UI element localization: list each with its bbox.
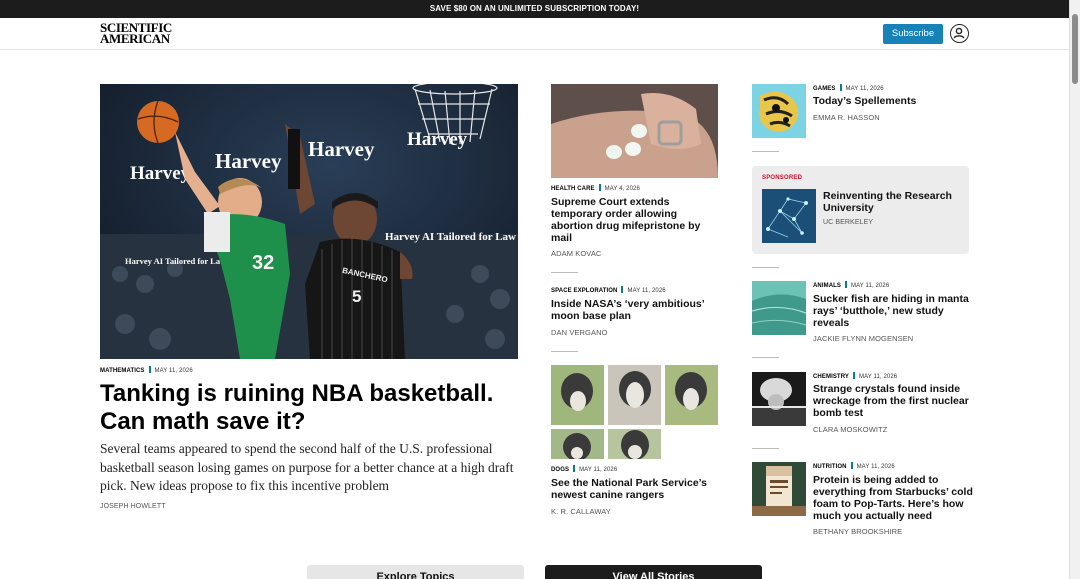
ad-harvey-4: Harvey (407, 129, 468, 150)
date-label: MAY 11, 2026 (627, 288, 666, 294)
date-label: MAY 11, 2026 (579, 467, 618, 473)
puppies-image[interactable] (551, 365, 718, 459)
category-divider (598, 184, 601, 191)
category-label[interactable]: SPACE EXPLORATION (551, 288, 617, 294)
subscribe-button[interactable]: Subscribe (883, 24, 943, 44)
sponsored-title[interactable]: Reinventing the Research University (823, 190, 963, 214)
category-label[interactable]: DOGS (551, 467, 569, 473)
category-label[interactable]: GAMES (813, 86, 836, 92)
right-item-2-author[interactable]: CLARA MOSKOWITZ (813, 425, 887, 434)
middle-item-1-title[interactable]: Supreme Court extends temporary order al… (551, 196, 721, 244)
category-label[interactable]: NUTRITION (813, 464, 847, 470)
category-label[interactable]: CHEMISTRY (813, 374, 849, 380)
games-author[interactable]: EMMA R. HASSON (813, 113, 880, 122)
middle-item-1-author[interactable]: ADAM KOVAC (551, 249, 601, 258)
view-all-stories-button[interactable]: View All Stories (545, 565, 762, 579)
games-title[interactable]: Today’s Spellements (813, 95, 973, 107)
right-item-1-meta: ANIMALS MAY 11, 2026 (813, 281, 889, 289)
divider (752, 151, 779, 152)
middle-item-2-title[interactable]: Inside NASA’s ‘very ambitious’ moon base… (551, 298, 721, 322)
games-meta: GAMES MAY 11, 2026 (813, 84, 884, 92)
date-label: MAY 11, 2026 (845, 86, 884, 92)
middle-item-3-title[interactable]: See the National Park Service’s newest c… (551, 477, 721, 501)
date-label: MAY 11, 2026 (859, 374, 898, 380)
divider (551, 272, 578, 273)
right-item-1-title[interactable]: Sucker fish are hiding in manta rays’ ‘b… (813, 293, 971, 329)
page-scrollbar[interactable] (1069, 0, 1080, 579)
category-divider (839, 84, 842, 91)
right-item-3-author[interactable]: BETHANY BROOKSHIRE (813, 527, 902, 536)
divider (551, 351, 578, 352)
category-label[interactable]: MATHEMATICS (100, 368, 145, 374)
category-divider (621, 286, 624, 293)
ad-harvey-ai-2: Harvey AI Tailored for Law (125, 256, 227, 266)
ad-harvey-ai-1: Harvey AI Tailored for Law (385, 231, 516, 243)
sponsored-card[interactable]: SPONSORED Reinventing the Research Unive… (752, 166, 969, 254)
right-item-3-title[interactable]: Protein is being added to everything fro… (813, 474, 973, 522)
user-circle-icon[interactable] (950, 24, 969, 43)
date-label: MAY 4, 2026 (604, 186, 640, 192)
category-divider (853, 372, 856, 379)
category-label[interactable]: ANIMALS (813, 283, 841, 289)
site-logo[interactable]: SCIENTIFIC AMERICAN (100, 21, 172, 46)
nuclear-test-image[interactable] (752, 372, 806, 426)
category-divider (850, 462, 853, 469)
date-label: MAY 11, 2026 (851, 283, 890, 289)
right-item-2-title[interactable]: Strange crystals found inside wreckage f… (813, 383, 971, 419)
date-label: MAY 11, 2026 (856, 464, 895, 470)
lead-story-dek: Several teams appeared to spend the seco… (100, 441, 514, 493)
middle-item-1-meta: HEALTH CARE MAY 4, 2026 (551, 184, 640, 192)
divider (752, 448, 779, 449)
right-item-3-meta: NUTRITION MAY 11, 2026 (813, 462, 895, 470)
ad-harvey-1: Harvey (215, 149, 282, 173)
jersey-green-number: 32 (252, 252, 274, 274)
middle-item-3-meta: DOGS MAY 11, 2026 (551, 465, 617, 473)
lead-story-author[interactable]: JOSEPH HOWLETT (100, 503, 166, 510)
logo-line-2: AMERICAN (100, 31, 170, 46)
sponsored-tag: SPONSORED (762, 175, 803, 181)
scrollbar-thumb[interactable] (1072, 14, 1078, 84)
protein-cold-foam-image[interactable] (752, 462, 806, 516)
divider (752, 267, 779, 268)
promo-text[interactable]: SAVE $80 ON AN UNLIMITED SUBSCRIPTION TO… (430, 4, 639, 13)
category-label[interactable]: HEALTH CARE (551, 186, 595, 192)
spellements-image[interactable] (752, 84, 806, 138)
right-item-1-author[interactable]: JACKIE FLYNN MOGENSEN (813, 334, 913, 343)
ad-harvey-2: Harvey (308, 137, 375, 161)
promo-banner[interactable]: SAVE $80 ON AN UNLIMITED SUBSCRIPTION TO… (0, 0, 1069, 18)
category-divider (845, 281, 848, 288)
middle-item-2-author[interactable]: DAN VERGANO (551, 328, 608, 337)
site-header: SCIENTIFIC AMERICAN Subscribe (0, 18, 1069, 50)
middle-item-3-author[interactable]: K. R. CALLAWAY (551, 507, 611, 516)
jersey-dark-number: 5 (352, 287, 361, 306)
category-divider (573, 465, 576, 472)
lead-story-image[interactable]: Harvey Harvey Harvey Harvey Harvey AI Ta… (100, 84, 518, 359)
lead-story-meta: MATHEMATICS MAY 11, 2026 (100, 366, 193, 374)
explore-topics-button[interactable]: Explore Topics (307, 565, 524, 579)
sponsored-author[interactable]: UC BERKELEY (823, 219, 873, 226)
pills-in-hand-image[interactable] (551, 84, 718, 178)
category-divider (148, 366, 151, 373)
date-label: MAY 11, 2026 (154, 368, 193, 374)
ad-harvey-3: Harvey (130, 163, 191, 184)
middle-item-2-meta: SPACE EXPLORATION MAY 11, 2026 (551, 286, 666, 294)
manta-ray-image[interactable] (752, 281, 806, 335)
research-network-image[interactable] (762, 189, 816, 243)
divider (752, 357, 779, 358)
lead-story-title[interactable]: Tanking is ruining NBA basketball. Can m… (100, 380, 520, 436)
right-item-2-meta: CHEMISTRY MAY 11, 2026 (813, 372, 897, 380)
